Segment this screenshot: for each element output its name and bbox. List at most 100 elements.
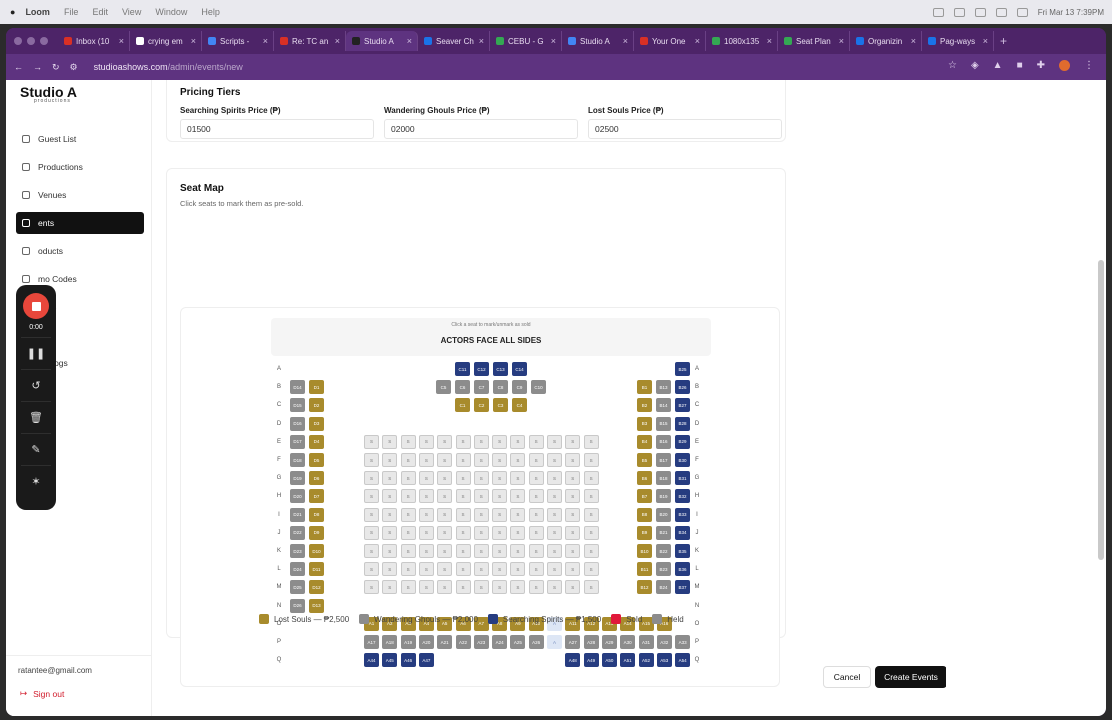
seat[interactable]: D26 [290, 598, 305, 613]
seat[interactable]: A27 [565, 635, 581, 649]
seat[interactable]: S [364, 471, 379, 486]
seat[interactable]: S [583, 471, 599, 486]
seat[interactable]: S [547, 562, 562, 577]
seat[interactable]: S [583, 434, 599, 449]
signout-button[interactable]: ↦ Sign out [20, 688, 64, 699]
seat[interactable]: S [473, 489, 489, 504]
seat[interactable]: S [473, 525, 489, 540]
seat[interactable]: D11 [309, 562, 324, 577]
seat[interactable]: B1 [637, 380, 652, 395]
seat[interactable]: S [547, 580, 562, 595]
seat[interactable]: A53 [656, 653, 672, 668]
seat[interactable]: S [528, 489, 544, 504]
browser-tab[interactable]: Studio A × [346, 31, 418, 51]
forward-icon[interactable]: → [33, 62, 42, 72]
seat[interactable]: S [400, 544, 416, 558]
seat[interactable]: A21 [437, 635, 453, 649]
seat[interactable]: S [528, 562, 544, 577]
seat[interactable]: B19 [656, 489, 671, 504]
seat[interactable]: S [473, 507, 489, 522]
seat[interactable]: S [510, 489, 526, 504]
seat[interactable]: A20 [418, 635, 434, 649]
seat[interactable]: S [437, 471, 453, 486]
seat[interactable]: D19 [290, 471, 305, 486]
seat[interactable]: S [455, 525, 471, 540]
seat[interactable]: A44 [364, 653, 379, 668]
tab-close-icon[interactable]: × [191, 36, 196, 46]
seat[interactable]: B2 [637, 398, 652, 413]
seat[interactable]: S [565, 562, 581, 577]
seat[interactable]: S [437, 580, 453, 595]
seat[interactable]: A19 [400, 635, 416, 649]
browser-tab[interactable]: crying em × [130, 31, 202, 51]
seat[interactable]: B4 [637, 434, 652, 449]
seat[interactable]: B26 [675, 380, 690, 395]
seat[interactable]: S [565, 434, 581, 449]
seat[interactable]: S [492, 489, 508, 504]
seat[interactable]: S [418, 580, 434, 595]
seat[interactable]: B36 [675, 562, 690, 577]
seat[interactable]: B23 [656, 562, 671, 577]
new-tab-icon[interactable]: + [1000, 34, 1007, 48]
status-icon[interactable] [974, 7, 986, 17]
page-scrollbar[interactable] [1098, 260, 1104, 560]
seat[interactable]: S [492, 471, 508, 486]
seat[interactable]: S [364, 453, 379, 467]
seat[interactable]: A26 [528, 635, 544, 649]
seat[interactable]: S [492, 562, 508, 577]
seat[interactable]: A30 [620, 635, 636, 649]
seat[interactable]: D22 [290, 525, 305, 540]
seat[interactable]: B8 [637, 507, 652, 522]
seat[interactable]: B9 [637, 525, 652, 540]
browser-tab[interactable]: Seaver Ch × [418, 31, 490, 51]
seat[interactable]: B34 [675, 525, 690, 540]
seat[interactable]: A24 [492, 635, 508, 649]
seat[interactable]: D2 [309, 398, 324, 413]
seat[interactable]: S [528, 544, 544, 558]
tab-close-icon[interactable]: × [263, 36, 268, 46]
browser-tab[interactable]: Scripts - × [202, 31, 274, 51]
reload-icon[interactable]: ↻ [52, 62, 60, 73]
seat[interactable]: B21 [656, 525, 671, 540]
price-input[interactable]: 01500 [180, 119, 374, 139]
seat[interactable]: B33 [675, 507, 690, 522]
menu-icon[interactable]: ⋮ [1084, 60, 1094, 71]
browser-tab[interactable]: CEBU - G × [490, 31, 562, 51]
seat[interactable]: S [437, 507, 453, 522]
seat[interactable]: C7 [474, 380, 489, 395]
seat[interactable]: S [492, 525, 508, 540]
seat[interactable]: C13 [493, 362, 508, 376]
seat[interactable]: D24 [290, 562, 305, 577]
seat[interactable]: S [400, 453, 416, 467]
seat[interactable]: A47 [418, 653, 434, 668]
seat[interactable]: S [382, 453, 398, 467]
seat[interactable]: A51 [620, 653, 636, 668]
seat[interactable]: C1 [455, 398, 470, 413]
seat[interactable]: S [455, 580, 471, 595]
seat[interactable]: C10 [531, 380, 546, 395]
seat[interactable]: S [510, 471, 526, 486]
seat[interactable]: S [364, 507, 379, 522]
seat[interactable]: S [382, 525, 398, 540]
seat[interactable]: S [364, 562, 379, 577]
seat[interactable]: D15 [290, 398, 305, 413]
seat[interactable]: A [547, 635, 562, 649]
seat[interactable]: S [510, 544, 526, 558]
seat[interactable]: S [583, 562, 599, 577]
browser-tab[interactable]: Inbox (10 × [58, 31, 130, 51]
seat[interactable]: S [565, 580, 581, 595]
seat[interactable]: S [418, 562, 434, 577]
seat[interactable]: B37 [675, 580, 690, 595]
seat[interactable]: S [400, 580, 416, 595]
seat[interactable]: C12 [474, 362, 489, 376]
seat[interactable]: S [565, 507, 581, 522]
seat[interactable]: S [565, 525, 581, 540]
seat[interactable]: S [364, 434, 379, 449]
seat[interactable]: B27 [675, 398, 690, 413]
tab-close-icon[interactable]: × [407, 36, 412, 46]
seat[interactable]: C4 [512, 398, 527, 413]
status-icon[interactable] [953, 7, 965, 17]
tab-close-icon[interactable]: × [767, 36, 772, 46]
tab-close-icon[interactable]: × [479, 36, 484, 46]
seat[interactable]: D20 [290, 489, 305, 504]
